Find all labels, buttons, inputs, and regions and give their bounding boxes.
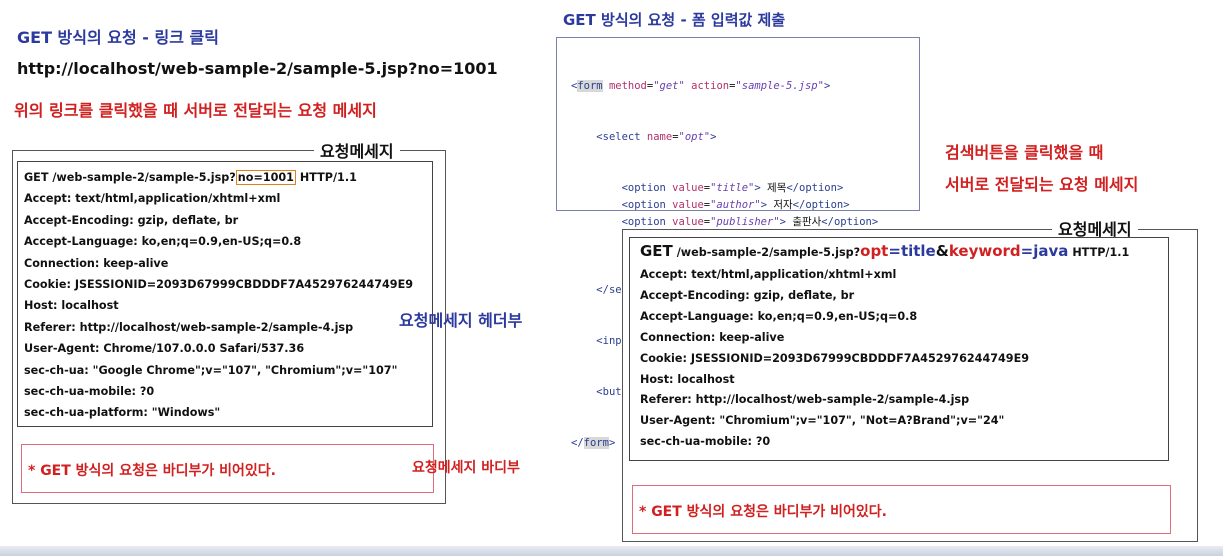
right-note-line2: 서버로 전달되는 요청 메세지 <box>945 175 1139 194</box>
request-url[interactable]: http://localhost/web-sample-2/sample-5.j… <box>17 59 498 78</box>
code-option: <option value="author"> 저자</option> <box>621 199 850 211</box>
param-key-keyword: keyword <box>948 242 1021 260</box>
request-protocol: HTTP/1.1 <box>1068 246 1130 259</box>
header-line: Accept: text/html,application/xhtml+xml <box>24 192 281 206</box>
header-line: Host: localhost <box>640 372 735 386</box>
equals-sign: = <box>1020 242 1034 260</box>
right-body-text: * GET 방식의 요청은 바디부가 비어있다. <box>639 504 887 520</box>
left-header-box: GET /web-sample-2/sample-5.jsp? no=1001 H… <box>17 161 433 427</box>
left-body-box: * GET 방식의 요청은 바디부가 비어있다. <box>21 444 434 493</box>
right-request-line: GET /web-sample-2/sample-5.jsp?opt=title… <box>640 241 1129 260</box>
header-line: Accept-Language: ko,en;q=0.9,en-US;q=0.8 <box>24 235 302 249</box>
code-form-open: <form method="get" action="sample-5.jsp"… <box>571 80 831 92</box>
right-note-line1: 검색버튼을 클릭했을 때 <box>945 143 1104 162</box>
right-header-box: GET /web-sample-2/sample-5.jsp?opt=title… <box>629 237 1169 461</box>
header-line: sec-ch-ua-platform: "Windows" <box>24 406 221 420</box>
request-line-path: GET /web-sample-2/sample-5.jsp? <box>24 171 236 184</box>
body-section-label: 요청메세지 바디부 <box>412 460 520 476</box>
request-path: /web-sample-2/sample-5.jsp? <box>672 246 861 259</box>
request-method: GET <box>640 242 673 260</box>
left-frame-title: 요청메세지 <box>314 138 400 162</box>
code-option: <option value="title"> 제목</option> <box>621 182 844 194</box>
left-heading: GET 방식의 요청 - 링크 클릭 <box>17 28 219 47</box>
header-line: Connection: keep-alive <box>640 330 785 344</box>
right-body-box: * GET 방식의 요청은 바디부가 비어있다. <box>632 485 1171 534</box>
param-value-title: title <box>900 242 936 260</box>
header-line: Accept-Encoding: gzip, deflate, br <box>640 288 855 302</box>
request-line-protocol: HTTP/1.1 <box>295 171 357 184</box>
param-separator: & <box>935 242 949 260</box>
header-line: sec-ch-ua-mobile: ?0 <box>640 435 771 449</box>
form-code-box: <form method="get" action="sample-5.jsp"… <box>556 37 920 449</box>
header-line: Connection: keep-alive <box>24 256 169 270</box>
header-line: User-Agent: Chrome/107.0.0.0 Safari/537.… <box>24 342 305 356</box>
header-line: Referer: http://localhost/web-sample-2/s… <box>24 320 354 334</box>
header-line: sec-ch-ua-mobile: ?0 <box>24 385 155 399</box>
header-section-label: 요청메세지 헤더부 <box>399 311 523 330</box>
query-param-highlight: no=1001 <box>235 170 296 185</box>
header-line: Referer: http://localhost/web-sample-2/s… <box>640 393 970 407</box>
header-line: Accept-Encoding: gzip, deflate, br <box>24 213 239 227</box>
header-line: Cookie: JSESSIONID=2093D67999CBDDDF7A452… <box>640 351 1030 365</box>
left-header-list: Accept: text/html,application/xhtml+xml A… <box>24 188 413 423</box>
right-header-list: Accept: text/html,application/xhtml+xml A… <box>640 265 1029 453</box>
right-heading: GET 방식의 요청 - 폼 입력값 제출 <box>563 11 786 29</box>
header-line: sec-ch-ua: "Google Chrome";v="107", "Chr… <box>24 363 398 377</box>
header-line: User-Agent: "Chromium";v="107", "Not=A?B… <box>640 414 1005 428</box>
header-line: Accept: text/html,application/xhtml+xml <box>640 268 897 281</box>
header-line: Host: localhost <box>24 299 119 313</box>
param-key-opt: opt <box>860 242 889 260</box>
code-select-open: <select name="opt"> <box>596 131 717 143</box>
header-line: Accept-Language: ko,en;q=0.9,en-US;q=0.8 <box>640 309 918 323</box>
left-note: 위의 링크를 클릭했을 때 서버로 전달되는 요청 메세지 <box>14 101 377 120</box>
param-value-java: java <box>1033 242 1069 260</box>
left-request-line: GET /web-sample-2/sample-5.jsp? no=1001 H… <box>24 167 357 188</box>
header-line: Cookie: JSESSIONID=2093D67999CBDDDF7A452… <box>24 278 414 292</box>
left-body-text: * GET 방식의 요청은 바디부가 비어있다. <box>28 463 276 479</box>
equals-sign: = <box>888 242 901 260</box>
bottom-scrollbar[interactable] <box>0 546 1223 556</box>
